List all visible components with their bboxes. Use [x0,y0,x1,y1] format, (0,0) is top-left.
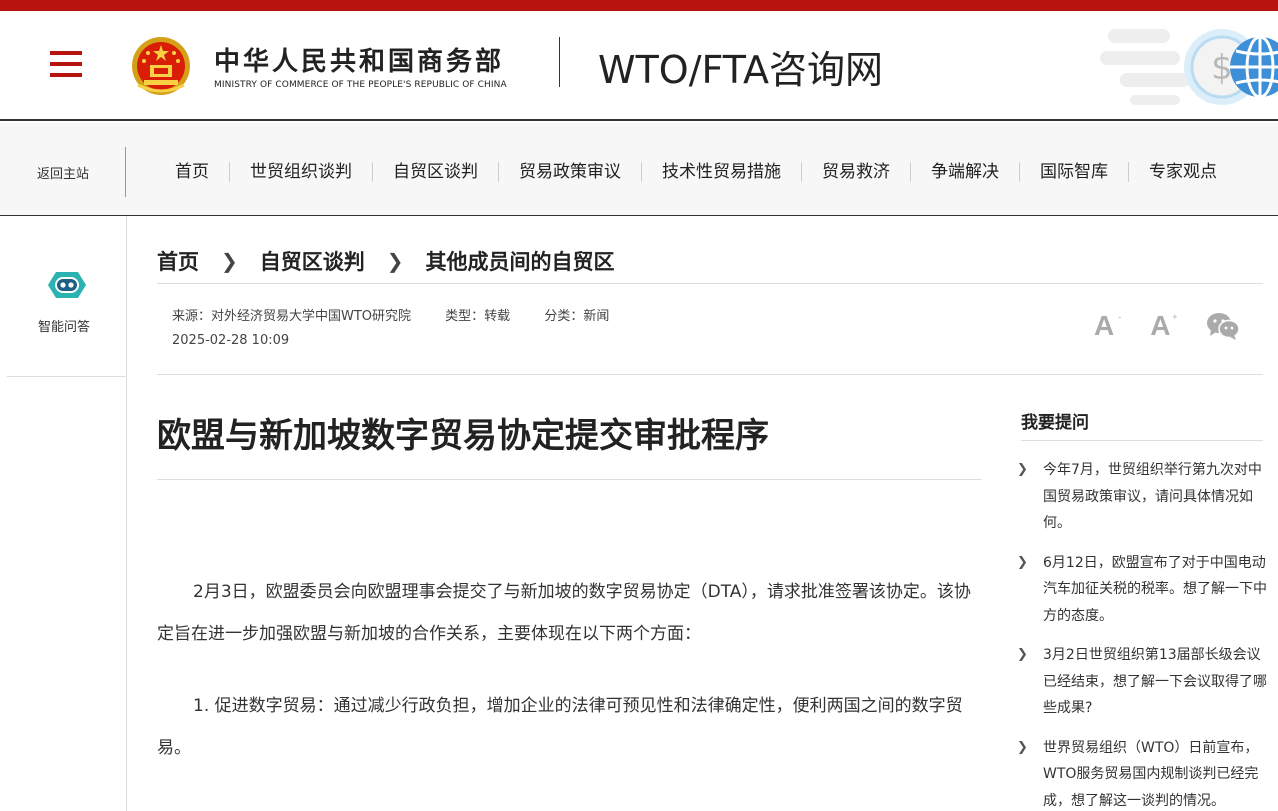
breadcrumb-divider [157,283,1263,284]
chevron-right-icon: ❯ [1017,739,1028,755]
font-increase-label: A [1150,310,1171,341]
wechat-share-icon[interactable] [1206,311,1241,341]
smart-qa-label[interactable]: 智能问答 [38,316,90,335]
font-increase-button[interactable]: A + [1150,310,1177,342]
meta-divider [157,374,1263,375]
nav-divider [125,147,126,197]
question-text: 6月12日，欧盟宣布了对于中国电动汽车加征关税的税率。想了解一下中方的态度。 [1043,554,1267,624]
nav-item-technical-barriers[interactable]: 技术性贸易措施 [642,162,802,182]
question-text: 3月2日世贸组织第13届部长级会议已经结束，想了解一下会议取得了哪些成果? [1043,647,1267,716]
nav-item-trade-policy-review[interactable]: 贸易政策审议 [499,162,642,182]
site-header: 中华人民共和国商务部 MINISTRY OF COMMERCE OF THE P… [0,11,1278,121]
chevron-right-icon: ❯ [386,249,404,273]
left-sidebar: 智能问答 [0,216,127,811]
nav-menu: 首页 世贸组织谈判 自贸区谈判 贸易政策审议 技术性贸易措施 贸易救济 争端解决… [155,161,1237,183]
menu-icon[interactable] [50,51,82,77]
nav-item-think-tanks[interactable]: 国际智库 [1020,162,1129,182]
nav-item-dispute-settlement[interactable]: 争端解决 [911,162,1020,182]
ministry-name-en: MINISTRY OF COMMERCE OF THE PEOPLE'S REP… [214,80,507,90]
globe-currency-decoration: $ [1100,29,1278,105]
meta-datetime: 2025-02-28 10:09 [172,333,290,348]
breadcrumb-fta-negotiations[interactable]: 自贸区谈判 [260,246,365,276]
article-meta: 来源：对外经济贸易大学中国WTO研究院 类型：转载 分类：新闻 [172,305,639,324]
nav-item-fta-negotiations[interactable]: 自贸区谈判 [373,162,499,182]
chevron-right-icon: ❯ [1017,462,1028,477]
article-tools: A- A + [1094,310,1241,342]
main-navbar: 返回主站 首页 世贸组织谈判 自贸区谈判 贸易政策审议 技术性贸易措施 贸易救济… [0,123,1278,216]
question-item[interactable]: ❯ 3月2日世贸组织第13届部长级会议已经结束，想了解一下会议取得了哪些成果? [1017,642,1267,722]
title-divider [157,479,981,480]
nav-item-trade-remedies[interactable]: 贸易救济 [802,162,911,182]
chevron-right-icon: ❯ [221,249,238,273]
question-item[interactable]: ❯ 世界贸易组织（WTO）日前宣布，WTO服务贸易国内规制谈判已经完成，想了解这… [1017,735,1267,811]
nav-item-home[interactable]: 首页 [155,162,230,182]
breadcrumb-home[interactable]: 首页 [157,246,199,276]
svg-text:$: $ [1211,48,1233,88]
article-title: 欧盟与新加坡数字贸易协定提交审批程序 [157,416,769,456]
chevron-right-icon: ❯ [1017,554,1028,570]
meta-type: 类型：转载 [445,309,511,324]
breadcrumb-other-members-fta[interactable]: 其他成员间的自贸区 [426,246,615,276]
question-item[interactable]: ❯ 今年7月，世贸组织举行第九次对中国贸易政策审议，请问具体情况如何。 [1017,457,1267,537]
question-item[interactable]: ❯ 6月12日，欧盟宣布了对于中国电动汽车加征关税的税率。想了解一下中方的态度。 [1017,550,1267,630]
breadcrumb: 首页 ❯ 自贸区谈判 ❯ 其他成员间的自贸区 [157,246,615,276]
meta-category: 分类：新闻 [544,309,610,324]
sidebar-divider [1021,440,1263,441]
chevron-right-icon: ❯ [1017,647,1028,662]
question-text: 世界贸易组织（WTO）日前宣布，WTO服务贸易国内规制谈判已经完成，想了解这一谈… [1043,739,1259,809]
meta-source: 来源：对外经济贸易大学中国WTO研究院 [172,309,412,324]
national-emblem-logo [132,37,190,95]
question-text: 今年7月，世贸组织举行第九次对中国贸易政策审议，请问具体情况如何。 [1043,462,1262,531]
ministry-name-cn: 中华人民共和国商务部 [214,47,505,77]
nav-item-expert-views[interactable]: 专家观点 [1129,162,1237,182]
left-divider [7,376,126,377]
site-title: WTO/FTA咨询网 [598,48,883,92]
robot-assistant-icon[interactable] [44,268,90,302]
header-divider [559,37,560,87]
nav-item-wto-negotiations[interactable]: 世贸组织谈判 [230,162,373,182]
font-decrease-sign: - [1118,312,1122,322]
font-decrease-button[interactable]: A- [1094,310,1121,342]
font-decrease-label: A [1094,310,1115,341]
article-paragraph: 1. 促进数字贸易：通过减少行政负担，增加企业的法律可预见性和法律确定性，便利两… [157,696,963,758]
ask-question-title: 我要提问 [1021,413,1089,433]
font-increase-sign: + [1172,312,1178,322]
top-red-bar [0,0,1278,11]
question-list: ❯ 今年7月，世贸组织举行第九次对中国贸易政策审议，请问具体情况如何。 ❯ 6月… [1017,457,1267,811]
article-paragraph: 2月3日，欧盟委员会向欧盟理事会提交了与新加坡的数字贸易协定（DTA），请求批准… [157,582,971,644]
back-to-main-site-link[interactable]: 返回主站 [37,163,89,182]
